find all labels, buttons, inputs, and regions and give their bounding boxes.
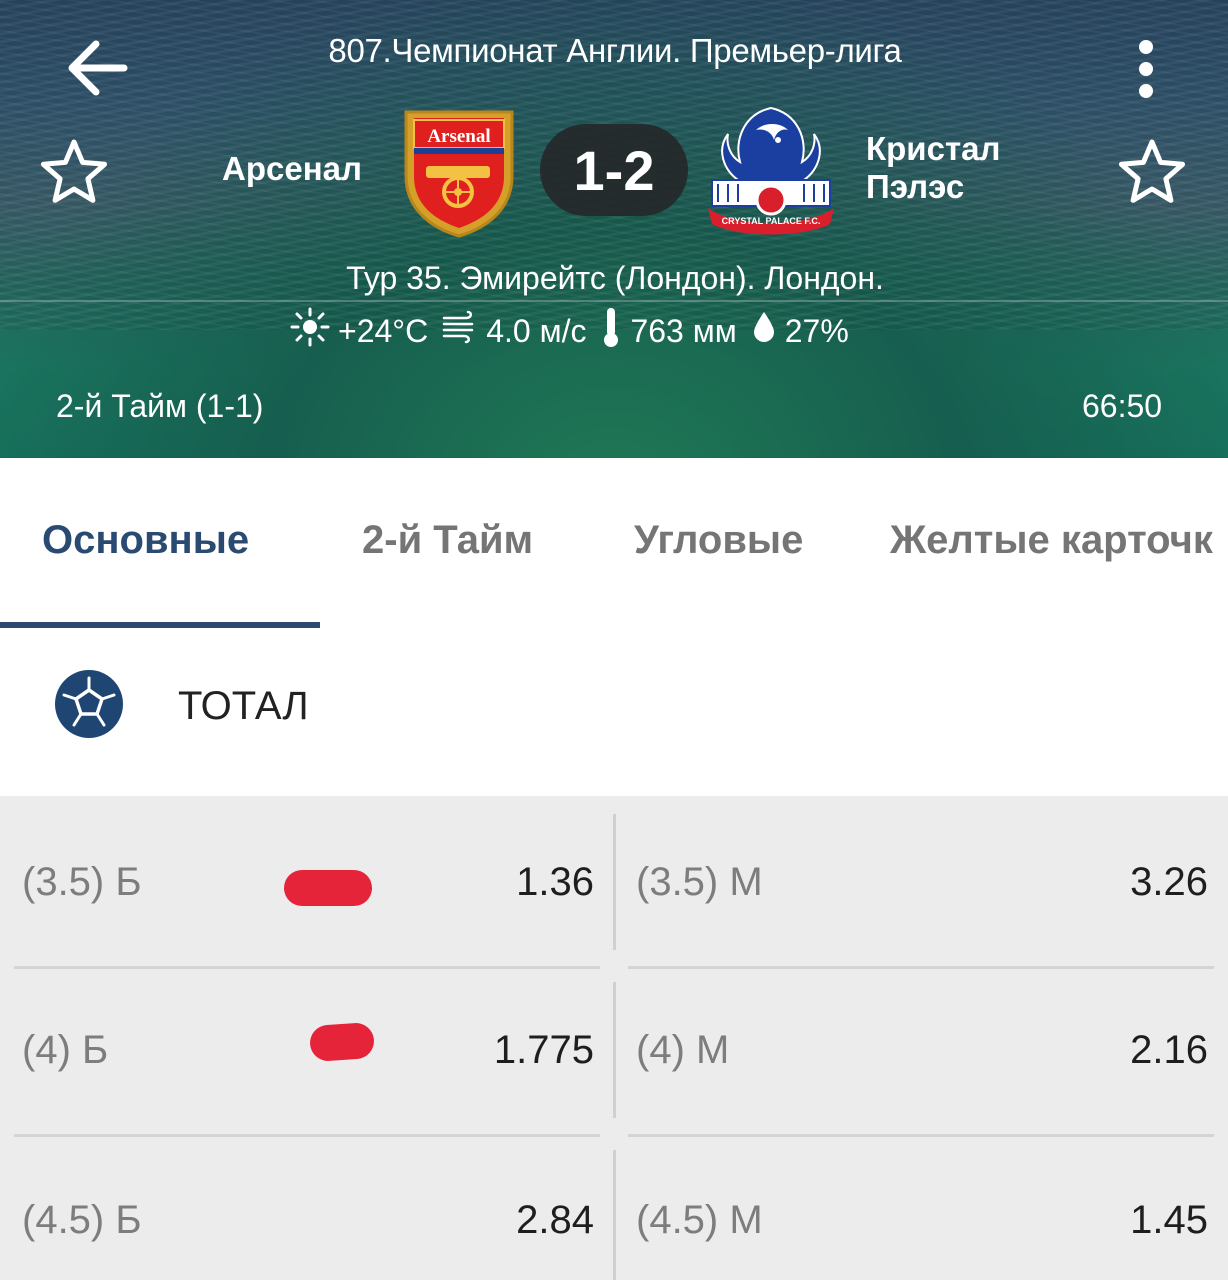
odds-value: 3.26 <box>1130 860 1208 904</box>
weather-row: +24°C 4.0 м/с 763 мм 27% <box>290 306 863 356</box>
odds-label: (4.5) Б <box>22 1198 142 1242</box>
favorite-away-button[interactable] <box>1118 138 1186 204</box>
odds-label: (4) Б <box>22 1028 109 1072</box>
soccer-ball-icon <box>53 668 125 740</box>
star-outline-icon <box>1118 139 1186 203</box>
favorite-home-button[interactable] <box>40 138 108 204</box>
odds-value: 1.45 <box>1130 1198 1208 1242</box>
tab-main[interactable]: Основные <box>42 518 249 563</box>
odds-value: 2.16 <box>1130 1028 1208 1072</box>
market-tabs: Основные 2-й Тайм Угловые Желтые карточк <box>0 458 1228 628</box>
pressure-value: 763 мм <box>630 312 737 349</box>
league-title: 807.Чемпионат Англии. Премьер-лига <box>328 32 902 69</box>
section-title: ТОТАЛ <box>178 684 309 728</box>
arsenal-crest-text: Arsenal <box>427 126 490 147</box>
away-team-name-line2: Пэлэс <box>866 168 965 205</box>
match-score: 1-2 <box>540 124 688 216</box>
odds-cell-under[interactable]: (4) М 2.16 <box>616 968 1228 1134</box>
odds-cell-over[interactable]: (4.5) Б 2.84 <box>0 1138 612 1280</box>
back-button[interactable] <box>62 36 132 100</box>
thermometer-icon <box>600 306 622 356</box>
temperature-value: +24°C <box>338 312 429 349</box>
back-arrow-icon <box>68 40 128 96</box>
arsenal-crest-icon: Arsenal <box>398 106 520 240</box>
tab-second-half[interactable]: 2-й Тайм <box>362 518 533 563</box>
odds-label: (4.5) М <box>636 1198 763 1242</box>
tab-corners[interactable]: Угловые <box>634 518 803 563</box>
crystal-palace-crest-text: CRYSTAL PALACE F.C. <box>722 216 821 226</box>
red-marker <box>308 1021 376 1063</box>
odds-value: 1.775 <box>493 1028 594 1072</box>
odds-label: (3.5) Б <box>22 860 142 904</box>
wind-icon <box>442 310 478 352</box>
match-clock: 66:50 <box>1082 388 1163 424</box>
more-vert-icon <box>1139 40 1153 54</box>
odds-cell-under[interactable]: (4.5) М 1.45 <box>616 1138 1228 1280</box>
row-divider <box>628 1134 1214 1137</box>
odds-value: 1.36 <box>516 860 594 904</box>
wind-value: 4.0 м/с <box>486 312 587 349</box>
odds-table: (3.5) Б 1.36 (3.5) М 3.26 (4) Б 1.775 (4… <box>0 796 1228 1280</box>
red-marker <box>284 870 372 906</box>
row-divider <box>14 1134 600 1137</box>
odds-cell-under[interactable]: (3.5) М 3.26 <box>616 796 1228 964</box>
odds-label: (3.5) М <box>636 860 763 904</box>
tab-yellow-cards[interactable]: Желтые карточк <box>890 518 1213 563</box>
odds-value: 2.84 <box>516 1198 594 1242</box>
match-header: 807.Чемпионат Англии. Премьер-лига Арсен… <box>0 0 1228 458</box>
match-period: 2-й Тайм (1-1) <box>56 388 264 424</box>
odds-cell-over[interactable]: (3.5) Б 1.36 <box>0 796 612 964</box>
humidity-value: 27% <box>784 312 849 349</box>
star-outline-icon <box>40 139 108 203</box>
odds-label: (4) М <box>636 1028 730 1072</box>
odds-cell-over[interactable]: (4) Б 1.775 <box>0 968 612 1134</box>
away-team-name[interactable]: Кристал Пэлэс <box>866 130 1066 206</box>
drop-icon <box>751 310 777 352</box>
venue-info: Тур 35. Эмирейтс (Лондон). Лондон. <box>346 260 884 296</box>
more-options-button[interactable] <box>1128 38 1168 100</box>
sun-icon <box>290 307 330 355</box>
away-team-name-line1: Кристал <box>866 130 1001 167</box>
crystal-palace-crest-icon: CRYSTAL PALACE F.C. <box>704 100 838 240</box>
home-team-name[interactable]: Арсенал <box>190 150 362 188</box>
